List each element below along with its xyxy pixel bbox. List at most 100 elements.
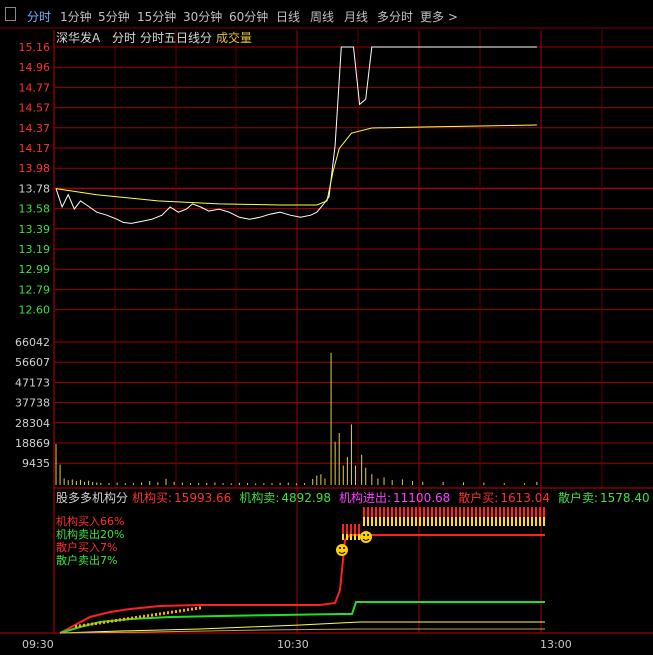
buy-marker [183,608,185,612]
volume-label: 成交量 [216,30,252,45]
price-axis-label: 14.77 [19,81,51,94]
buy-marker [535,517,537,526]
price-axis-label: 14.96 [19,61,51,74]
buy-marker [439,517,441,526]
buy-marker [395,517,397,526]
buy-marker [515,517,517,526]
buy-marker [371,507,373,517]
buy-marker [111,619,113,623]
buy-marker [350,534,352,540]
price-axis-label: 15.16 [19,41,51,54]
buy-marker [487,517,489,526]
buy-marker [342,524,344,534]
buy-marker [511,517,513,526]
buy-marker [487,507,489,517]
buy-marker [483,517,485,526]
buy-marker [427,517,429,526]
buy-marker [447,517,449,526]
buy-marker [175,610,177,613]
buy-marker [519,517,521,526]
buy-marker [427,507,429,517]
buy-marker [131,616,133,620]
buy-marker [431,517,433,526]
buy-marker [399,507,401,517]
buy-marker [539,507,541,517]
chart-area[interactable]: 15.16 14.96 14.77 14.57 14.37 14.17 13.98 13.78… [0,0,653,655]
volume-axis-label: 56607 [15,356,50,369]
buy-marker [135,616,137,619]
buy-marker [395,507,397,517]
buy-marker [123,617,125,621]
buy-marker [167,611,169,615]
smiley-icon [360,531,372,543]
buy-marker [459,507,461,517]
buy-marker [471,507,473,517]
buy-marker [179,609,181,613]
buy-marker [358,534,360,540]
buy-marker [507,517,509,526]
buy-marker [475,507,477,517]
indicator-item-value: 15993.66 [174,491,231,505]
buy-marker [107,620,109,624]
buy-marker [75,625,77,628]
buy-marker [419,517,421,526]
buy-marker [503,517,505,526]
indicator-title[interactable]: 股多多机构分 [56,490,128,505]
price-axis-label: 13.78 [19,182,51,195]
buy-marker [451,507,453,517]
price-axis-label: 12.79 [19,283,51,296]
buy-marker [423,517,425,526]
buy-marker [507,507,509,517]
buy-marker [171,610,173,614]
buy-marker [375,517,377,526]
price-axis-label: 14.57 [19,102,51,115]
buy-marker [467,507,469,517]
buy-marker [139,615,141,619]
buy-marker [358,524,360,534]
buy-marker [99,621,101,625]
five-day-mode-label[interactable]: 分时五日线分 [140,31,212,45]
buy-marker [531,517,533,526]
buy-marker [143,614,145,618]
price-axis-label: 12.99 [19,263,51,276]
buy-marker [346,534,348,540]
buy-marker [443,517,445,526]
buy-marker [199,606,201,610]
buy-marker [475,517,477,526]
buy-marker [491,517,493,526]
indicator-item-value: 4892.98 [281,491,331,505]
buy-marker [79,624,81,628]
buy-marker [459,517,461,526]
buy-marker [543,507,545,517]
buy-marker [411,507,413,517]
indicator-item-label: 散户卖: [558,490,598,505]
buy-marker [499,517,501,526]
buy-marker [455,517,457,526]
volume-axis-label: 28304 [15,417,50,430]
buy-marker [383,507,385,517]
buy-marker [354,524,356,534]
buy-marker [371,517,373,526]
buy-marker [350,524,352,534]
buy-marker [91,622,93,626]
buy-marker [455,507,457,517]
indicator-legend-item: 机构卖出20% [56,527,124,541]
buy-marker [543,517,545,526]
buy-marker [519,507,521,517]
buy-marker [391,517,393,526]
buy-marker [187,608,189,612]
buy-marker [527,517,529,526]
chart-mode-label[interactable]: 分时 [112,31,136,45]
price-axis-label: 14.17 [19,142,51,155]
buy-marker [383,517,385,526]
buy-marker [403,507,405,517]
buy-marker [387,507,389,517]
buy-marker [195,607,197,610]
buy-marker [491,507,493,517]
price-axis-label: 13.58 [19,203,51,216]
buy-marker [407,517,409,526]
time-label-start: 09:30 [22,638,54,651]
buy-marker [411,517,413,526]
buy-marker [495,517,497,526]
buy-marker [451,517,453,526]
